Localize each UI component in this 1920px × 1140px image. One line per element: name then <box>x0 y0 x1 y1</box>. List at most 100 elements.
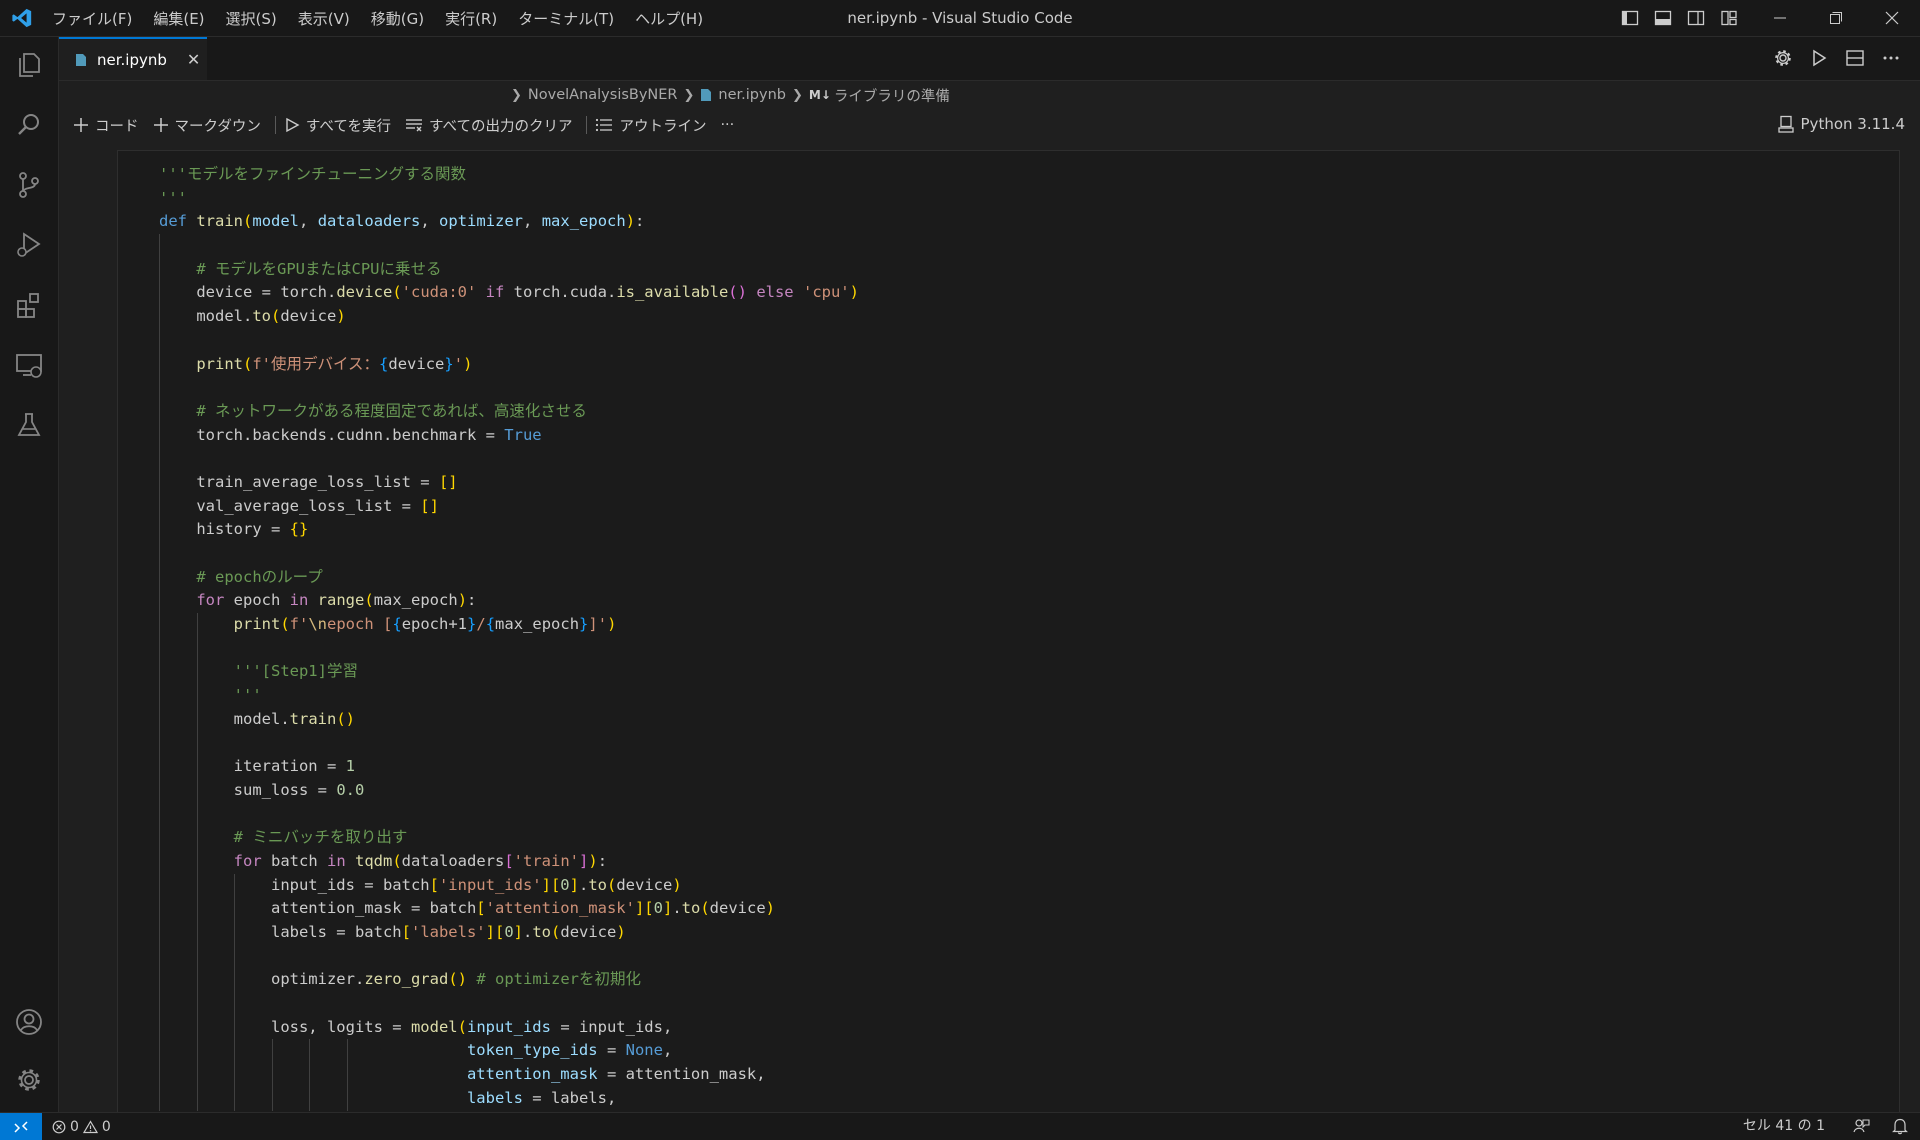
kernel-picker-button[interactable]: Python 3.11.4 <box>1777 115 1905 133</box>
breadcrumb-file[interactable]: ner.ipynb <box>718 87 786 103</box>
breadcrumb-folder[interactable]: NovelAnalysisByNER <box>528 87 678 103</box>
menu-run[interactable]: 実行(R) <box>445 8 497 29</box>
minimize-icon[interactable] <box>1752 0 1808 36</box>
code-line <box>159 636 859 661</box>
toggle-panel-icon[interactable] <box>1653 8 1673 28</box>
notebook-file-icon <box>76 53 86 66</box>
remote-icon <box>14 1120 28 1133</box>
activity-bar <box>0 37 59 1112</box>
vscode-logo-icon <box>12 8 32 28</box>
code-line: '''モデルをファインチューニングする関数 <box>159 165 466 183</box>
notebook-settings-gear-icon[interactable] <box>1772 47 1794 69</box>
run-all-icon <box>286 117 300 133</box>
testing-icon[interactable] <box>13 409 45 441</box>
chevron-right-icon: ❯ <box>791 87 803 103</box>
editor-tab-bar: ner.ipynb ✕ <box>59 37 1920 81</box>
remote-indicator-button[interactable] <box>0 1113 42 1140</box>
toggle-primary-sidebar-icon[interactable] <box>1620 8 1640 28</box>
problems-indicator[interactable]: 0 0 <box>52 1113 111 1140</box>
code-line: device = torch.device('cuda:0' if torch.… <box>159 281 859 306</box>
accounts-icon[interactable] <box>13 1006 45 1038</box>
code-line: token_type_ids = None, <box>159 1039 859 1064</box>
clear-all-icon <box>406 119 423 132</box>
more-actions-icon[interactable] <box>1880 47 1902 69</box>
code-line: sum_loss = 0.0 <box>159 778 859 803</box>
toolbar-divider <box>274 116 276 134</box>
source-control-icon[interactable] <box>13 169 45 201</box>
title-bar: ファイル(F) 編集(E) 選択(S) 表示(V) 移動(G) 実行(R) ター… <box>0 0 1920 37</box>
menu-go[interactable]: 移動(G) <box>371 8 424 29</box>
status-bar-right <box>1852 1117 1908 1135</box>
code-line: labels = batch['labels'][0].to(device) <box>159 921 859 945</box>
notebook-toolbar: コード マークダウン すべてを実行 すべての出力のクリア アウトライン ··· <box>59 110 1920 140</box>
code-editor[interactable]: '''モデルをファインチューニングする関数 ''' def train(mode… <box>159 163 859 1111</box>
code-line: torch.backends.cudnn.benchmark = True <box>159 423 859 448</box>
run-all-button[interactable]: すべてを実行 <box>284 115 391 136</box>
run-icon[interactable] <box>1808 47 1830 69</box>
add-markdown-label: マークダウン <box>174 118 261 135</box>
code-line <box>159 731 859 756</box>
menu-help[interactable]: ヘルプ(H) <box>635 8 703 29</box>
manage-gear-icon[interactable] <box>13 1064 45 1096</box>
notifications-bell-icon[interactable] <box>1892 1117 1908 1135</box>
code-line: train_average_loss_list = [] <box>159 470 859 495</box>
menu-terminal[interactable]: ターミナル(T) <box>518 8 614 29</box>
more-toolbar-actions-button[interactable]: ··· <box>720 117 734 133</box>
code-line <box>159 944 859 969</box>
close-window-icon[interactable] <box>1864 0 1920 36</box>
code-line <box>159 542 859 566</box>
code-line: for batch in tqdm(dataloaders['train']): <box>159 849 859 874</box>
code-line: # ミニバッチを取り出す <box>159 826 859 850</box>
menu-edit[interactable]: 編集(E) <box>153 8 204 29</box>
code-line: attention_mask = attention_mask, <box>159 1063 859 1087</box>
run-all-label: すべてを実行 <box>305 118 392 135</box>
outline-label: アウトライン <box>619 118 707 135</box>
code-line: def train(model, dataloaders, optimizer,… <box>159 212 645 231</box>
run-and-debug-icon[interactable] <box>13 229 45 261</box>
add-markdown-cell-button[interactable]: マークダウン <box>153 115 261 136</box>
remote-explorer-icon[interactable] <box>13 349 45 381</box>
menu-file[interactable]: ファイル(F) <box>52 8 132 29</box>
editor-actions <box>1772 47 1902 69</box>
code-line: input_ids = batch['input_ids'][0].to(dev… <box>159 873 859 898</box>
outline-button[interactable]: アウトライン <box>595 115 706 136</box>
code-line: optimizer.zero_grad() # optimizerを初期化 <box>159 968 859 993</box>
add-code-cell-button[interactable]: コード <box>73 115 139 136</box>
clear-all-outputs-button[interactable]: すべての出力のクリア <box>405 115 572 136</box>
menu-bar: ファイル(F) 編集(E) 選択(S) 表示(V) 移動(G) 実行(R) ター… <box>52 0 724 36</box>
tab-label: ner.ipynb <box>97 50 167 69</box>
toggle-secondary-sidebar-icon[interactable] <box>1686 8 1706 28</box>
breadcrumb-section[interactable]: ライブラリの準備 <box>834 85 950 106</box>
code-line: ''' <box>159 188 187 207</box>
error-count: 0 <box>70 1118 79 1135</box>
code-line: model.to(device) <box>159 305 859 329</box>
clear-all-outputs-label: すべての出力のクリア <box>429 118 573 135</box>
feedback-icon[interactable] <box>1852 1117 1870 1135</box>
code-line <box>159 992 859 1016</box>
tab-ner-ipynb[interactable]: ner.ipynb ✕ <box>59 37 207 80</box>
layout-controls <box>1620 8 1739 28</box>
plus-icon <box>74 118 88 132</box>
code-line: labels = labels, <box>159 1086 859 1111</box>
code-line <box>159 447 859 471</box>
cell-position[interactable]: セル 41 の 1 <box>1743 1113 1825 1140</box>
restore-icon[interactable] <box>1808 0 1864 36</box>
close-tab-icon[interactable]: ✕ <box>187 50 200 69</box>
code-line: print(f'使用デバイス：{device}') <box>159 352 859 377</box>
menu-view[interactable]: 表示(V) <box>298 8 350 29</box>
search-icon[interactable] <box>13 109 45 141</box>
breadcrumb: ❯ NovelAnalysisByNER ❯ ner.ipynb ❯ M↓ ライ… <box>505 84 950 106</box>
code-line: ''' <box>159 684 859 708</box>
code-line: # ネットワークがある程度固定であれば、高速化させる <box>159 399 859 424</box>
split-editor-icon[interactable] <box>1844 47 1866 69</box>
more-label: ··· <box>720 117 735 133</box>
code-line <box>159 802 859 827</box>
customize-layout-icon[interactable] <box>1719 8 1739 28</box>
menu-selection[interactable]: 選択(S) <box>226 8 277 29</box>
extensions-icon[interactable] <box>13 289 45 321</box>
code-line <box>159 376 859 400</box>
window-controls <box>1752 0 1920 36</box>
markdown-badge-icon: M↓ <box>808 88 831 102</box>
explorer-icon[interactable] <box>13 49 45 81</box>
code-line: # モデルをGPUまたはCPUに乗せる <box>159 257 859 282</box>
